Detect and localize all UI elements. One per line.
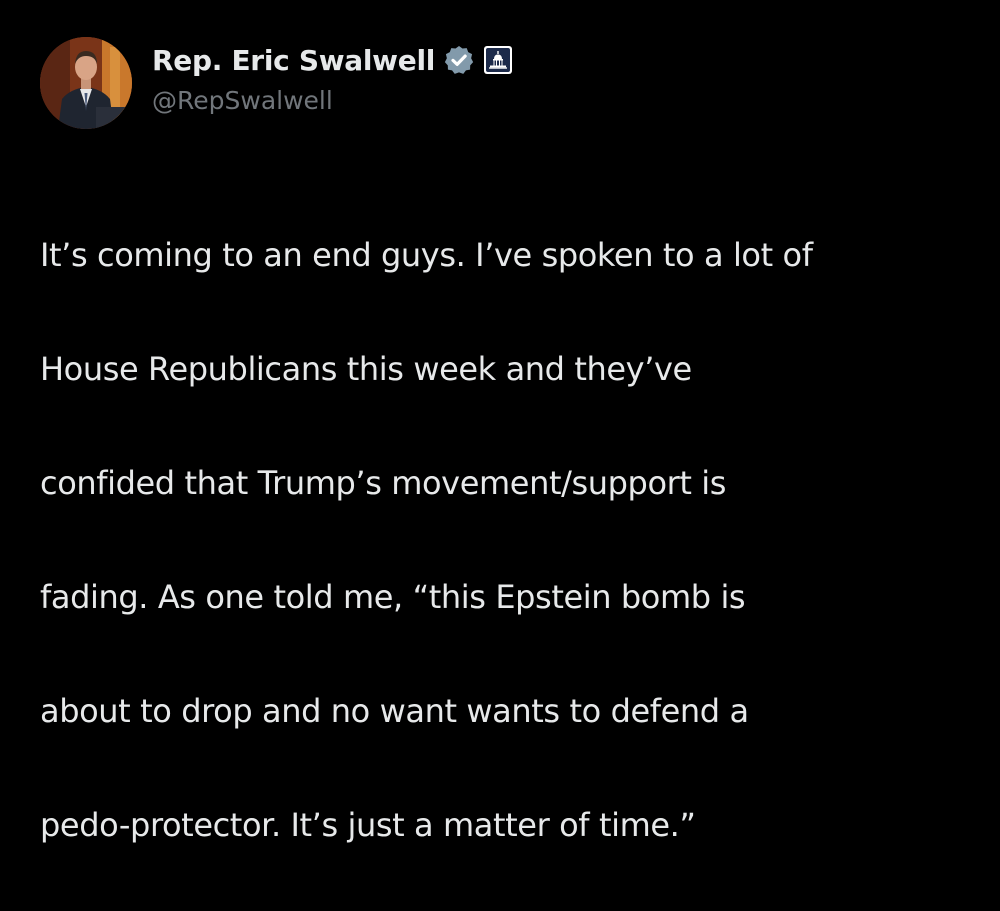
avatar[interactable] xyxy=(40,37,132,129)
author-display-name[interactable]: Rep. Eric Swalwell xyxy=(152,44,435,77)
post-text-line: It’s coming to an end guys. I’ve spoken … xyxy=(40,236,813,274)
post-text-line: pedo-protector. It’s just a matter of ti… xyxy=(40,806,696,844)
post-text-line: confided that Trump’s movement/support i… xyxy=(40,464,727,502)
author-handle[interactable]: @RepSwalwell xyxy=(152,86,333,115)
post-text: It’s coming to an end guys. I’ve spoken … xyxy=(40,170,960,911)
post-card: Rep. Eric Swalwell @RepSwalwell It’s com… xyxy=(0,0,1000,844)
post-text-line: House Republicans this week and they’ve xyxy=(40,350,692,388)
post-text-line: fading. As one told me, “this Epstein bo… xyxy=(40,578,746,616)
verified-check-icon[interactable] xyxy=(443,44,475,76)
government-capitol-icon[interactable] xyxy=(483,45,513,75)
avatar-image xyxy=(40,37,132,129)
more-options-button[interactable] xyxy=(916,48,960,76)
post-text-line: about to drop and no want wants to defen… xyxy=(40,692,749,730)
author-name-row: Rep. Eric Swalwell xyxy=(152,40,513,80)
